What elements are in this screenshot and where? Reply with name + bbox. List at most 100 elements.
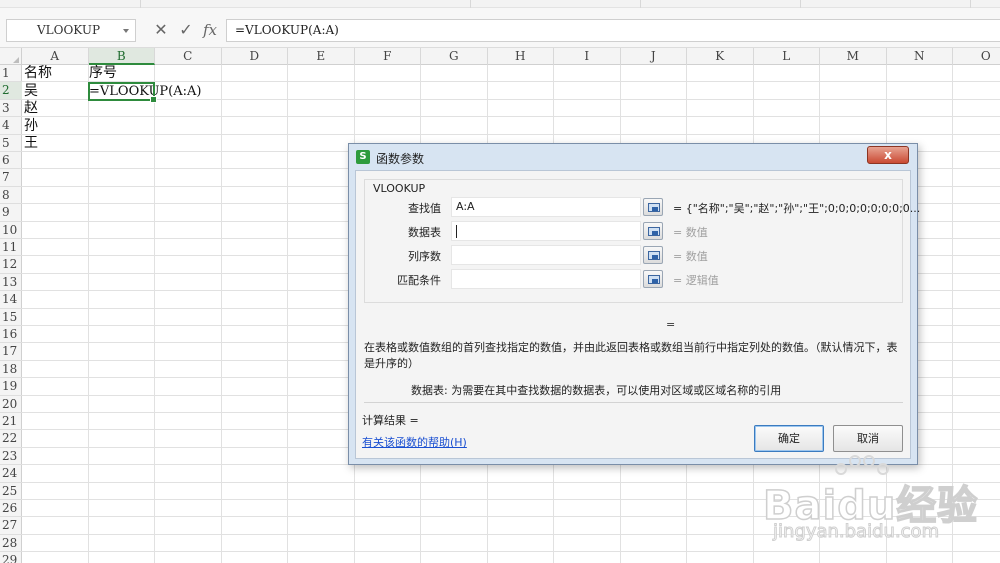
grid-column-line xyxy=(87,65,89,563)
column-header-d[interactable]: D xyxy=(222,48,288,65)
row-header-14[interactable]: 14 xyxy=(0,291,22,309)
cell-a5[interactable]: 王 xyxy=(24,135,38,152)
column-header-o[interactable]: O xyxy=(953,48,1000,65)
column-header-g[interactable]: G xyxy=(421,48,488,65)
grid-column-line xyxy=(154,65,155,563)
column-header-m[interactable]: M xyxy=(820,48,887,65)
column-header-l[interactable]: L xyxy=(754,48,820,65)
row-header-10[interactable]: 10 xyxy=(0,222,22,239)
function-description: 在表格或数值数组的首列查找指定的数值，并由此返回表格或数组当前行中指定列处的数值… xyxy=(364,341,898,370)
grid-column-line xyxy=(287,65,288,563)
column-header-j[interactable]: J xyxy=(621,48,687,65)
row-header-8[interactable]: 8 xyxy=(0,187,22,205)
chevron-down-icon[interactable] xyxy=(123,29,129,33)
row-header-20[interactable]: 20 xyxy=(0,396,22,413)
column-header-f[interactable]: F xyxy=(355,48,421,65)
arg-label: 数据表 xyxy=(408,226,441,239)
column-header-i[interactable]: I xyxy=(554,48,621,65)
range-select-icon[interactable] xyxy=(643,246,663,264)
row-header-22[interactable]: 22 xyxy=(0,430,22,448)
row-header-29[interactable]: 29 xyxy=(0,552,22,563)
parameter-description: 数据表: 为需要在其中查找数据的数据表，可以使用对区域或区域名称的引用 xyxy=(411,384,782,397)
cancel-icon[interactable]: ✕ xyxy=(152,21,170,39)
cell-a2[interactable]: 吴 xyxy=(24,83,38,100)
cancel-button[interactable]: 取消 xyxy=(833,425,903,452)
column-header-k[interactable]: K xyxy=(687,48,754,65)
column-header-e[interactable]: E xyxy=(288,48,355,65)
row-header-15[interactable]: 15 xyxy=(0,309,22,326)
row-header-13[interactable]: 13 xyxy=(0,274,22,292)
arg-label: 列序数 xyxy=(408,250,441,263)
grid-row-line xyxy=(22,116,1000,118)
close-button[interactable]: x xyxy=(867,146,909,164)
row-header-9[interactable]: 9 xyxy=(0,204,22,222)
arg-label: 匹配条件 xyxy=(397,274,441,287)
arg-row-table-array: 数据表 = 数值 xyxy=(365,221,904,241)
column-header-a[interactable]: A xyxy=(22,48,89,65)
name-box[interactable]: VLOOKUP xyxy=(6,19,136,42)
formula-input[interactable]: =VLOOKUP(A:A) xyxy=(226,19,1000,42)
range-lookup-input[interactable] xyxy=(451,269,641,289)
arg-result: = 数值 xyxy=(673,226,708,239)
row-header-5[interactable]: 5 xyxy=(0,135,22,152)
range-select-icon[interactable] xyxy=(643,198,663,216)
range-select-icon[interactable] xyxy=(643,222,663,240)
active-cell-cursor[interactable] xyxy=(88,82,157,103)
name-box-value: VLOOKUP xyxy=(37,23,101,37)
divider xyxy=(364,402,903,403)
cell-a3[interactable]: 赵 xyxy=(24,100,38,117)
lookup-value-input[interactable]: A:A xyxy=(451,197,641,217)
row-header-24[interactable]: 24 xyxy=(0,465,22,483)
help-link[interactable]: 有关该函数的帮助(H) xyxy=(362,434,467,450)
row-header-23[interactable]: 23 xyxy=(0,448,22,466)
range-select-icon[interactable] xyxy=(643,270,663,288)
row-header-19[interactable]: 19 xyxy=(0,378,22,396)
cell-a1[interactable]: 名称 xyxy=(24,65,52,82)
dialog-body: VLOOKUP 查找值 A:A = {"名称";"吴";"赵";"孙";"王";… xyxy=(355,170,920,459)
row-header-2[interactable]: 2 xyxy=(0,82,22,100)
row-header-3[interactable]: 3 xyxy=(0,100,22,118)
row-header-27[interactable]: 27 xyxy=(0,517,22,535)
calc-result: 计算结果 = xyxy=(362,414,419,427)
arg-row-col-index: 列序数 = 数值 xyxy=(365,245,904,265)
column-header-n[interactable]: N xyxy=(887,48,953,65)
arg-result: = 数值 xyxy=(673,250,708,263)
ok-button[interactable]: 确定 xyxy=(754,425,824,452)
row-header-25[interactable]: 25 xyxy=(0,483,22,500)
row-header-16[interactable]: 16 xyxy=(0,326,22,344)
arg-row-lookup-value: 查找值 A:A = {"名称";"吴";"赵";"孙";"王";0;0;0;0;… xyxy=(365,197,920,217)
column-header-b[interactable]: B xyxy=(88,48,155,65)
table-array-input[interactable] xyxy=(451,221,641,241)
dialog-title-bar[interactable]: S 函数参数 x xyxy=(349,144,917,170)
dialog-title: 函数参数 xyxy=(376,152,425,166)
row-header-bar: 1 2 3 4 5 6 7 8 9 10 11 12 13 14 15 16 17 18 19 20 21 22 23 24 2… xyxy=(0,65,22,563)
grid-column-line xyxy=(220,65,222,563)
wps-app-icon: S xyxy=(356,150,370,164)
col-index-input[interactable] xyxy=(451,245,641,265)
row-header-1[interactable]: 1 xyxy=(0,65,22,83)
row-header-21[interactable]: 21 xyxy=(0,413,22,431)
formula-bar: VLOOKUP ✕ ✓ fx =VLOOKUP(A:A) xyxy=(0,8,1000,48)
row-header-17[interactable]: 17 xyxy=(0,343,22,361)
column-header-h[interactable]: H xyxy=(488,48,554,65)
check-icon[interactable]: ✓ xyxy=(177,21,195,39)
row-header-7[interactable]: 7 xyxy=(0,169,22,187)
row-header-4[interactable]: 4 xyxy=(0,117,22,135)
ribbon-edge xyxy=(0,0,1000,8)
row-header-28[interactable]: 28 xyxy=(0,535,22,553)
row-header-26[interactable]: 26 xyxy=(0,500,22,518)
grid-row-line xyxy=(22,133,1000,135)
column-header-c[interactable]: C xyxy=(155,48,222,65)
cell-a4[interactable]: 孙 xyxy=(24,118,38,135)
insert-function-icon[interactable]: fx xyxy=(201,21,219,39)
row-header-12[interactable]: 12 xyxy=(0,256,22,274)
cell-b1[interactable]: 序号 xyxy=(89,65,117,82)
row-header-11[interactable]: 11 xyxy=(0,239,22,257)
row-header-18[interactable]: 18 xyxy=(0,361,22,379)
row-header-6[interactable]: 6 xyxy=(0,152,22,170)
arguments-group: VLOOKUP 查找值 A:A = {"名称";"吴";"赵";"孙";"王";… xyxy=(364,179,920,303)
arg-label: 查找值 xyxy=(408,202,441,215)
formula-result-equals: = xyxy=(666,318,676,331)
baidu-watermark: Baidu经验 jingyan.baidu.com xyxy=(755,455,978,555)
select-all-corner[interactable] xyxy=(0,48,22,65)
